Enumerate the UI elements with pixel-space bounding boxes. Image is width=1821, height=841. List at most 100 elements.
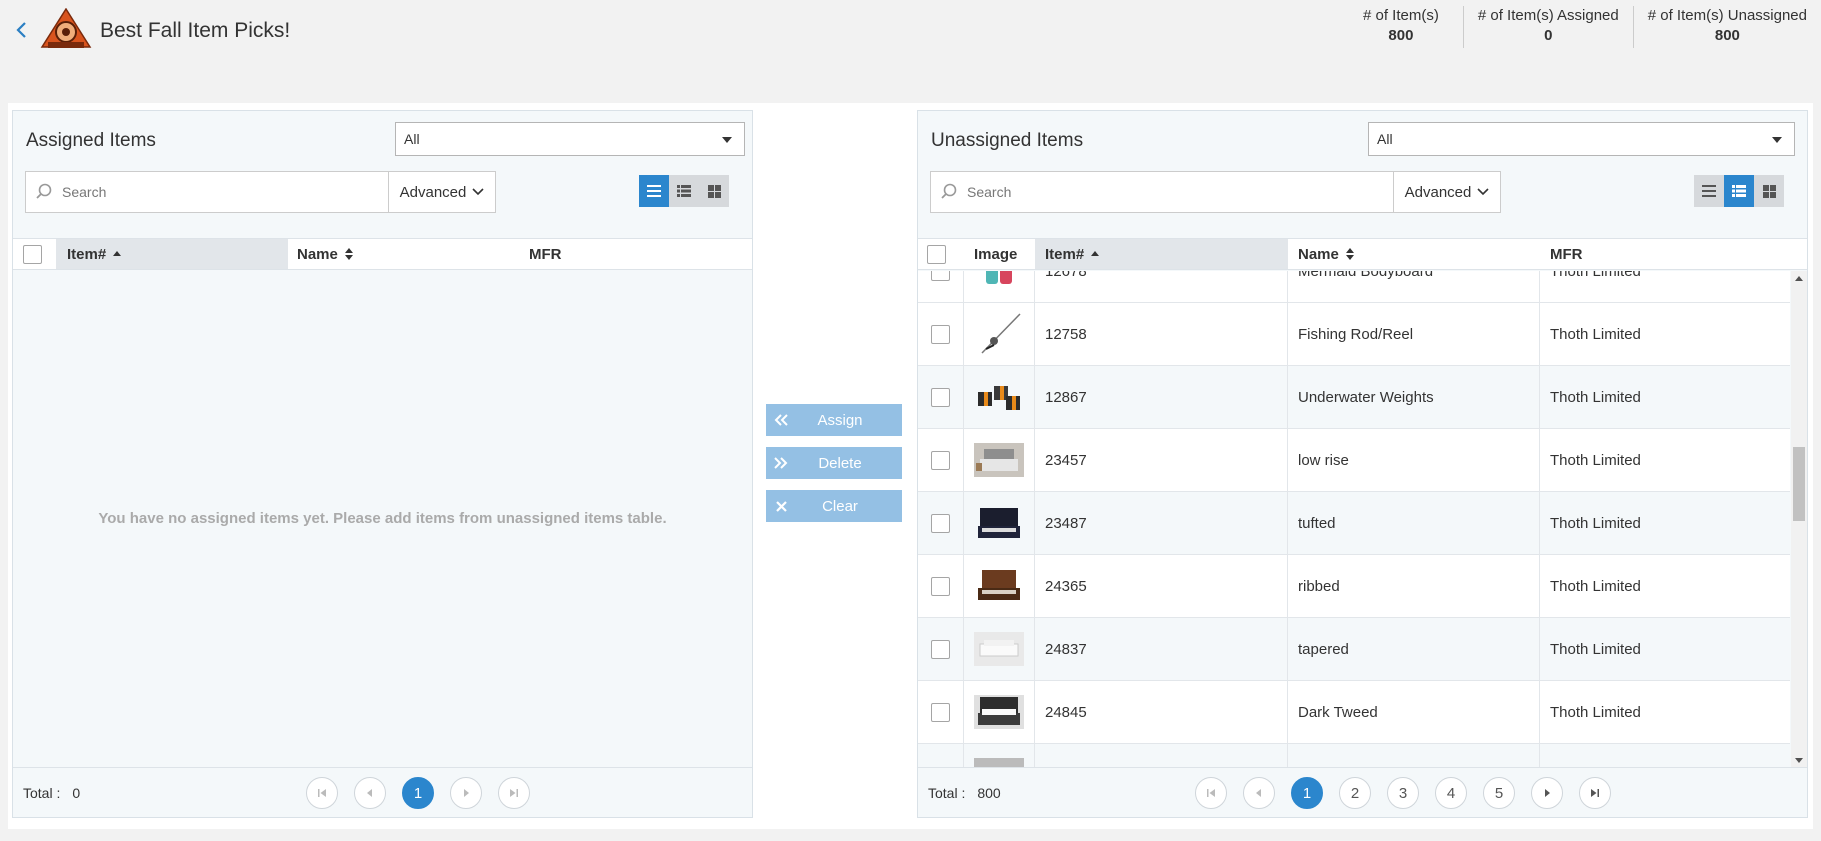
unassigned-search: Advanced [930,171,1501,213]
table-row[interactable]: 24837 tapered Thoth Limited [918,618,1790,681]
scroll-up-icon[interactable] [1791,271,1807,285]
row-checkbox[interactable] [931,450,950,470]
page-1-button[interactable]: 1 [1291,777,1323,809]
row-item-number: 12867 [1035,366,1288,428]
total-value: 0 [72,785,81,801]
first-page-button[interactable] [1195,777,1227,809]
grid-view-button[interactable] [1754,175,1784,207]
unassigned-advanced-button[interactable]: Advanced [1393,172,1500,212]
row-mfr: Thoth Limited [1550,451,1641,469]
next-page-button[interactable] [450,777,482,809]
row-checkbox[interactable] [931,387,950,407]
assigned-view-toggle [639,175,729,207]
grid-view-button[interactable] [699,175,729,207]
row-image-cell [964,429,1035,491]
table-row[interactable]: 23487 tufted Thoth Limited [918,492,1790,555]
delete-button[interactable]: Delete [766,447,902,479]
table-row[interactable]: 12678 Mermaid Bodyboard Thoth Limited [918,271,1790,303]
row-item-number: 24365 [1035,555,1288,617]
unassigned-table-header: Image Item# Name MFR [918,238,1807,270]
table-row[interactable]: 23457 low rise Thoth Limited [918,429,1790,492]
row-checkbox-cell [918,271,964,302]
list-view-button[interactable] [639,175,669,207]
last-page-button[interactable] [1579,777,1611,809]
row-checkbox[interactable] [931,639,950,659]
unassigned-total: Total : 800 [928,785,1001,801]
clear-button[interactable]: Clear [766,490,902,522]
assigned-search-input[interactable] [62,172,388,212]
chevron-down-icon [1477,188,1489,196]
stat-value: 800 [1388,27,1414,44]
scrollbar-thumb[interactable] [1793,447,1805,521]
page-header: Best Fall Item Picks! # of Item(s) 800 #… [0,0,1821,62]
row-checkbox-cell [918,492,964,554]
column-image: Image [964,239,1035,269]
column-item-number[interactable]: Item# [56,239,288,269]
row-name: Underwater Weights [1288,366,1540,428]
first-page-button[interactable] [306,777,338,809]
select-all-checkbox[interactable] [927,244,946,264]
column-label: Item# [67,245,107,263]
row-image-cell [964,555,1035,617]
page-4-button[interactable]: 4 [1435,777,1467,809]
stat-label: # of Item(s) [1362,7,1439,24]
page-1-button[interactable]: 1 [402,777,434,809]
row-checkbox[interactable] [931,324,950,344]
stat-label: # of Item(s) Assigned [1477,7,1619,24]
table-row[interactable]: 12758 Fishing Rod/Reel Thoth Limited [918,303,1790,366]
table-row[interactable]: 24845 Dark Tweed Thoth Limited [918,681,1790,744]
page-5-button[interactable]: 5 [1483,777,1515,809]
last-page-button[interactable] [498,777,530,809]
column-mfr[interactable]: MFR [1540,239,1740,269]
grid-icon [707,184,721,198]
assigned-filter-value: All [404,131,420,147]
row-checkbox[interactable] [931,513,950,533]
advanced-label: Advanced [399,183,467,201]
detail-view-button[interactable] [1724,175,1754,207]
assigned-advanced-button[interactable]: Advanced [388,172,495,212]
back-arrow-icon[interactable] [12,18,32,42]
row-item-number [1035,744,1288,768]
double-chevron-left-icon [766,414,796,426]
list-view-button[interactable] [1694,175,1724,207]
select-all-checkbox[interactable] [23,244,42,264]
fishing-rod-thumbnail [974,311,1024,357]
total-label: Total : [928,785,966,801]
table-scrollbar[interactable] [1791,271,1807,768]
column-name[interactable]: Name [1288,239,1540,269]
tapered-bed-thumbnail [974,632,1024,666]
row-checkbox-cell [918,429,964,491]
row-item-number: 12678 [1035,271,1288,302]
row-checkbox[interactable] [931,271,950,281]
row-name: Fishing Rod/Reel [1288,303,1540,365]
assigned-footer: Total : 0 1 [13,767,752,817]
assign-button[interactable]: Assign [766,404,902,436]
column-label: Name [297,245,338,263]
unassigned-search-input[interactable] [967,172,1393,212]
column-name[interactable]: Name [288,239,520,269]
row-checkbox[interactable] [931,576,950,596]
table-row[interactable] [918,744,1790,768]
row-item-number: 24837 [1035,618,1288,680]
detail-view-button[interactable] [669,175,699,207]
row-checkbox[interactable] [931,702,950,722]
scroll-down-icon[interactable] [1791,754,1807,768]
table-row[interactable]: 12867 Underwater Weights Thoth Limited [918,366,1790,429]
prev-page-button[interactable] [354,777,386,809]
page-2-button[interactable]: 2 [1339,777,1371,809]
assigned-filter-select[interactable]: All [395,122,745,156]
prev-page-button[interactable] [1243,777,1275,809]
row-checkbox-cell [918,303,964,365]
row-checkbox-cell [918,555,964,617]
column-item-number[interactable]: Item# [1035,239,1288,269]
row-checkbox-cell [918,618,964,680]
stat-label: # of Item(s) Unassigned [1647,7,1807,24]
brand-logo [40,7,92,50]
page-3-button[interactable]: 3 [1387,777,1419,809]
weights-thumbnail [974,380,1024,414]
unassigned-filter-select[interactable]: All [1368,122,1795,156]
sort-asc-icon [113,251,122,256]
column-mfr[interactable]: MFR [520,239,720,269]
table-row[interactable]: 24365 ribbed Thoth Limited [918,555,1790,618]
next-page-button[interactable] [1531,777,1563,809]
